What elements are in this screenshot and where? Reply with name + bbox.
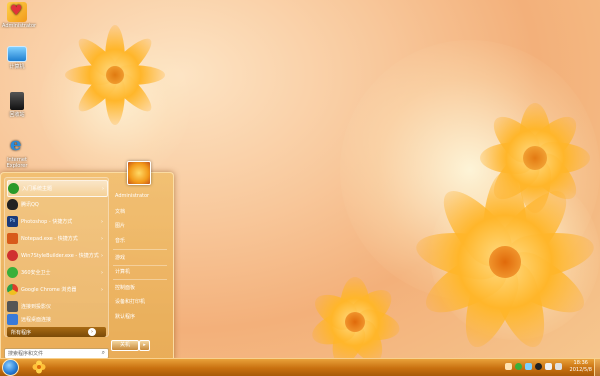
shutdown-button[interactable]: 关机: [111, 340, 139, 351]
right-item-administrator[interactable]: Administrator: [113, 191, 171, 201]
program-item-remote-desktop[interactable]: 远程桌面连接: [7, 313, 106, 326]
desktop-icon-internet-explorer[interactable]: e Internet Explorer: [2, 134, 32, 169]
photoshop-icon: Ps: [7, 216, 18, 227]
chevron-right-icon: ›: [101, 269, 103, 276]
right-item-computer[interactable]: 计算机: [113, 267, 171, 277]
shutdown-options-button[interactable]: ▸: [139, 340, 150, 351]
chevron-right-icon: ›: [101, 218, 103, 225]
right-item-pictures[interactable]: 图片: [113, 221, 171, 231]
separator: [113, 279, 167, 280]
desktop-icon-administrator[interactable]: ♥ Administrator: [2, 2, 36, 29]
chevron-right-icon: ›: [101, 286, 103, 293]
qq-icon: [7, 199, 18, 210]
tray-volume-icon[interactable]: [555, 363, 562, 370]
right-item-devices-printers[interactable]: 设备和打印机: [113, 297, 171, 307]
system-tray: [505, 363, 562, 370]
desktop-icon-recycle-bin[interactable]: 回收站: [2, 92, 32, 118]
recycle-bin-icon: [10, 92, 24, 110]
chrome-icon: [7, 284, 18, 295]
clock-time: 18:36: [573, 360, 588, 366]
program-item-projector[interactable]: 连接到投影仪: [7, 299, 106, 314]
all-programs-button[interactable]: 所有程序 ›: [7, 327, 106, 337]
tray-arrow-icon[interactable]: [505, 363, 512, 370]
chevron-right-icon: ›: [101, 252, 103, 259]
computer-icon: [7, 46, 27, 62]
tray-360-icon[interactable]: [515, 363, 522, 370]
tray-qq-icon[interactable]: [535, 363, 542, 370]
right-item-documents[interactable]: 文档: [113, 207, 171, 217]
taskbar-app-flower-icon[interactable]: [32, 360, 46, 374]
tray-flag-icon[interactable]: [545, 363, 552, 370]
program-item-getting-started[interactable]: 入门系统主题 ›: [7, 180, 108, 197]
search-input[interactable]: [5, 349, 96, 358]
chevron-right-icon: ›: [101, 235, 103, 242]
right-item-control-panel[interactable]: 控制面板: [113, 283, 171, 293]
show-desktop-button[interactable]: [594, 359, 600, 376]
chevron-right-icon: ›: [88, 328, 96, 336]
clock-date: 2012/5/8: [569, 367, 592, 373]
ie-icon: e: [10, 134, 22, 155]
360-security-icon: [7, 267, 18, 278]
remote-desktop-icon: [7, 314, 18, 325]
chevron-right-icon: ›: [102, 185, 104, 192]
start-menu: 入门系统主题 › 腾讯QQ Ps Photoshop - 快捷方式 › Note…: [0, 161, 174, 360]
separator: [113, 249, 167, 250]
program-item-notepad[interactable]: Notepad.exe - 快捷方式 ›: [7, 231, 106, 246]
all-programs-label: 所有程序: [11, 329, 32, 336]
right-item-default-programs[interactable]: 默认程序: [113, 312, 171, 322]
start-menu-right-pane: Administrator 文档 图片 音乐 游戏 计算机 控制面板 设备和打印…: [111, 161, 171, 343]
program-item-chrome[interactable]: Google Chrome 浏览器 ›: [7, 282, 106, 297]
user-avatar[interactable]: [127, 161, 151, 185]
getting-started-icon: [8, 183, 19, 194]
projector-icon: [7, 301, 18, 312]
right-item-music[interactable]: 音乐: [113, 236, 171, 246]
program-item-qq[interactable]: 腾讯QQ: [7, 197, 106, 212]
style-builder-icon: [7, 250, 18, 261]
taskbar-clock[interactable]: 18:36 2012/5/8: [570, 360, 592, 374]
search-icon: ⌕: [101, 349, 105, 356]
start-button[interactable]: [2, 359, 19, 376]
separator: [113, 265, 167, 266]
desktop-icon-label: Internet Explorer: [6, 157, 28, 169]
program-item-style-builder[interactable]: Win7StyleBuilder.exe - 快捷方式 ›: [7, 248, 106, 263]
desktop-icon-label: 计算机: [9, 64, 25, 70]
desktop-icon-label: Administrator: [2, 23, 37, 29]
taskbar: 18:36 2012/5/8: [0, 358, 600, 376]
program-item-360[interactable]: 360安全卫士 ›: [7, 265, 106, 280]
tray-network-icon[interactable]: [525, 363, 532, 370]
right-item-games[interactable]: 游戏: [113, 253, 171, 263]
heart-folder-icon: ♥: [7, 2, 27, 22]
desktop-icon-computer[interactable]: 计算机: [2, 46, 32, 70]
desktop-icon-label: 回收站: [9, 112, 25, 118]
program-list: 入门系统主题 › 腾讯QQ Ps Photoshop - 快捷方式 › Note…: [4, 177, 109, 337]
program-item-photoshop[interactable]: Ps Photoshop - 快捷方式 ›: [7, 214, 106, 229]
notepad-icon: [7, 233, 18, 244]
